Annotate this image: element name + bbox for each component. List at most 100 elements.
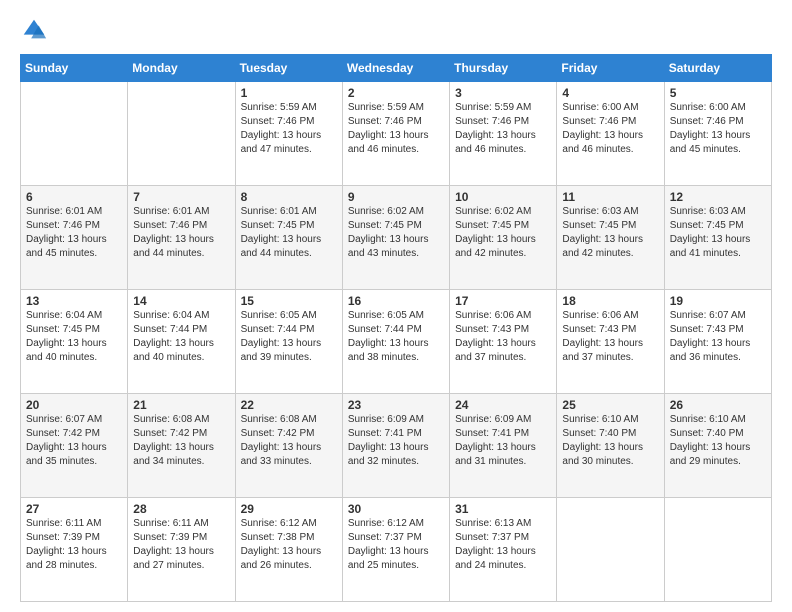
day-number: 29 [241,502,337,516]
day-number: 23 [348,398,444,412]
day-number: 13 [26,294,122,308]
calendar-cell: 1Sunrise: 5:59 AM Sunset: 7:46 PM Daylig… [235,82,342,186]
day-number: 22 [241,398,337,412]
day-info: Sunrise: 6:11 AM Sunset: 7:39 PM Dayligh… [133,517,229,573]
day-info: Sunrise: 6:04 AM Sunset: 7:44 PM Dayligh… [133,309,229,365]
calendar-cell: 13Sunrise: 6:04 AM Sunset: 7:45 PM Dayli… [21,290,128,394]
day-info: Sunrise: 6:11 AM Sunset: 7:39 PM Dayligh… [26,517,122,573]
day-info: Sunrise: 5:59 AM Sunset: 7:46 PM Dayligh… [455,101,551,157]
day-info: Sunrise: 6:01 AM Sunset: 7:45 PM Dayligh… [241,205,337,261]
day-number: 31 [455,502,551,516]
page: SundayMondayTuesdayWednesdayThursdayFrid… [0,0,792,612]
day-info: Sunrise: 6:05 AM Sunset: 7:44 PM Dayligh… [241,309,337,365]
calendar-cell: 31Sunrise: 6:13 AM Sunset: 7:37 PM Dayli… [450,498,557,602]
day-info: Sunrise: 6:07 AM Sunset: 7:42 PM Dayligh… [26,413,122,469]
day-info: Sunrise: 6:02 AM Sunset: 7:45 PM Dayligh… [455,205,551,261]
day-number: 20 [26,398,122,412]
calendar-cell: 14Sunrise: 6:04 AM Sunset: 7:44 PM Dayli… [128,290,235,394]
calendar-cell: 4Sunrise: 6:00 AM Sunset: 7:46 PM Daylig… [557,82,664,186]
day-info: Sunrise: 6:00 AM Sunset: 7:46 PM Dayligh… [562,101,658,157]
day-info: Sunrise: 6:03 AM Sunset: 7:45 PM Dayligh… [562,205,658,261]
day-info: Sunrise: 6:08 AM Sunset: 7:42 PM Dayligh… [241,413,337,469]
day-number: 1 [241,86,337,100]
calendar-cell: 30Sunrise: 6:12 AM Sunset: 7:37 PM Dayli… [342,498,449,602]
day-info: Sunrise: 6:09 AM Sunset: 7:41 PM Dayligh… [348,413,444,469]
header [20,16,772,44]
week-row-3: 13Sunrise: 6:04 AM Sunset: 7:45 PM Dayli… [21,290,772,394]
day-info: Sunrise: 6:06 AM Sunset: 7:43 PM Dayligh… [562,309,658,365]
day-number: 18 [562,294,658,308]
day-info: Sunrise: 6:10 AM Sunset: 7:40 PM Dayligh… [670,413,766,469]
week-row-1: 1Sunrise: 5:59 AM Sunset: 7:46 PM Daylig… [21,82,772,186]
week-row-2: 6Sunrise: 6:01 AM Sunset: 7:46 PM Daylig… [21,186,772,290]
calendar-cell: 16Sunrise: 6:05 AM Sunset: 7:44 PM Dayli… [342,290,449,394]
day-info: Sunrise: 6:07 AM Sunset: 7:43 PM Dayligh… [670,309,766,365]
day-number: 6 [26,190,122,204]
calendar-cell: 26Sunrise: 6:10 AM Sunset: 7:40 PM Dayli… [664,394,771,498]
day-number: 25 [562,398,658,412]
logo [20,16,52,44]
calendar-cell [128,82,235,186]
logo-icon [20,16,48,44]
weekday-header-friday: Friday [557,55,664,82]
day-number: 17 [455,294,551,308]
day-number: 30 [348,502,444,516]
day-number: 26 [670,398,766,412]
day-info: Sunrise: 6:06 AM Sunset: 7:43 PM Dayligh… [455,309,551,365]
day-info: Sunrise: 6:04 AM Sunset: 7:45 PM Dayligh… [26,309,122,365]
calendar-cell: 28Sunrise: 6:11 AM Sunset: 7:39 PM Dayli… [128,498,235,602]
calendar-cell: 17Sunrise: 6:06 AM Sunset: 7:43 PM Dayli… [450,290,557,394]
day-number: 3 [455,86,551,100]
day-number: 5 [670,86,766,100]
day-number: 24 [455,398,551,412]
day-info: Sunrise: 6:10 AM Sunset: 7:40 PM Dayligh… [562,413,658,469]
calendar-cell [557,498,664,602]
calendar-cell: 24Sunrise: 6:09 AM Sunset: 7:41 PM Dayli… [450,394,557,498]
week-row-5: 27Sunrise: 6:11 AM Sunset: 7:39 PM Dayli… [21,498,772,602]
day-info: Sunrise: 6:01 AM Sunset: 7:46 PM Dayligh… [133,205,229,261]
day-number: 10 [455,190,551,204]
weekday-header-row: SundayMondayTuesdayWednesdayThursdayFrid… [21,55,772,82]
day-number: 27 [26,502,122,516]
day-number: 9 [348,190,444,204]
calendar-cell [21,82,128,186]
day-number: 28 [133,502,229,516]
calendar-cell: 20Sunrise: 6:07 AM Sunset: 7:42 PM Dayli… [21,394,128,498]
weekday-header-thursday: Thursday [450,55,557,82]
calendar-cell: 3Sunrise: 5:59 AM Sunset: 7:46 PM Daylig… [450,82,557,186]
day-info: Sunrise: 6:12 AM Sunset: 7:37 PM Dayligh… [348,517,444,573]
day-info: Sunrise: 6:13 AM Sunset: 7:37 PM Dayligh… [455,517,551,573]
calendar-cell: 10Sunrise: 6:02 AM Sunset: 7:45 PM Dayli… [450,186,557,290]
calendar-cell: 15Sunrise: 6:05 AM Sunset: 7:44 PM Dayli… [235,290,342,394]
day-info: Sunrise: 6:12 AM Sunset: 7:38 PM Dayligh… [241,517,337,573]
calendar-cell: 22Sunrise: 6:08 AM Sunset: 7:42 PM Dayli… [235,394,342,498]
calendar-cell: 19Sunrise: 6:07 AM Sunset: 7:43 PM Dayli… [664,290,771,394]
calendar-cell: 8Sunrise: 6:01 AM Sunset: 7:45 PM Daylig… [235,186,342,290]
calendar-cell: 12Sunrise: 6:03 AM Sunset: 7:45 PM Dayli… [664,186,771,290]
calendar-cell: 27Sunrise: 6:11 AM Sunset: 7:39 PM Dayli… [21,498,128,602]
calendar-cell: 7Sunrise: 6:01 AM Sunset: 7:46 PM Daylig… [128,186,235,290]
day-info: Sunrise: 5:59 AM Sunset: 7:46 PM Dayligh… [348,101,444,157]
day-number: 15 [241,294,337,308]
calendar-cell: 25Sunrise: 6:10 AM Sunset: 7:40 PM Dayli… [557,394,664,498]
day-info: Sunrise: 6:01 AM Sunset: 7:46 PM Dayligh… [26,205,122,261]
day-number: 7 [133,190,229,204]
day-number: 12 [670,190,766,204]
weekday-header-sunday: Sunday [21,55,128,82]
day-info: Sunrise: 6:00 AM Sunset: 7:46 PM Dayligh… [670,101,766,157]
calendar-cell [664,498,771,602]
day-info: Sunrise: 6:05 AM Sunset: 7:44 PM Dayligh… [348,309,444,365]
week-row-4: 20Sunrise: 6:07 AM Sunset: 7:42 PM Dayli… [21,394,772,498]
calendar-table: SundayMondayTuesdayWednesdayThursdayFrid… [20,54,772,602]
day-info: Sunrise: 6:09 AM Sunset: 7:41 PM Dayligh… [455,413,551,469]
day-info: Sunrise: 6:02 AM Sunset: 7:45 PM Dayligh… [348,205,444,261]
day-info: Sunrise: 5:59 AM Sunset: 7:46 PM Dayligh… [241,101,337,157]
day-number: 4 [562,86,658,100]
day-number: 16 [348,294,444,308]
calendar-cell: 29Sunrise: 6:12 AM Sunset: 7:38 PM Dayli… [235,498,342,602]
calendar-cell: 9Sunrise: 6:02 AM Sunset: 7:45 PM Daylig… [342,186,449,290]
day-number: 11 [562,190,658,204]
weekday-header-saturday: Saturday [664,55,771,82]
day-number: 21 [133,398,229,412]
weekday-header-monday: Monday [128,55,235,82]
